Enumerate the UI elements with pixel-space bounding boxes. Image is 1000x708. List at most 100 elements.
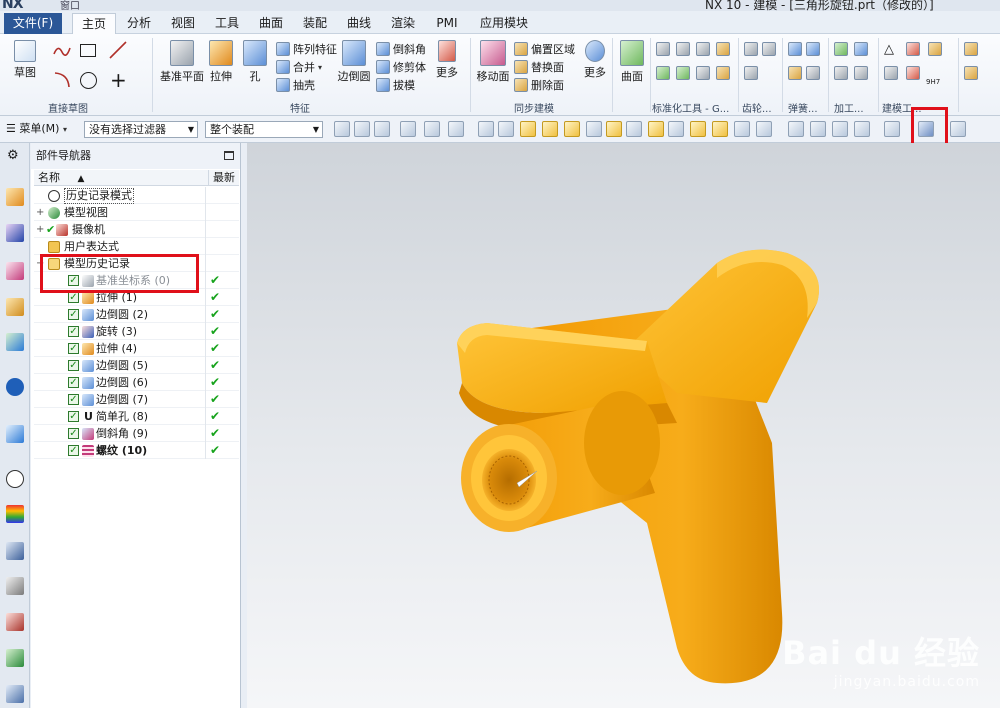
machining-navigator-icon[interactable] (6, 577, 24, 595)
tool-icon[interactable] (964, 66, 978, 80)
settings-icon[interactable]: ⚙ (7, 148, 19, 163)
machining-icon[interactable] (834, 42, 848, 56)
assembly-navigator-icon[interactable] (6, 188, 24, 206)
tree-row-user-expressions[interactable]: 用户表达式 (34, 238, 239, 255)
chevron-down-icon[interactable]: ▾ (318, 63, 322, 72)
snap-icon[interactable] (756, 121, 772, 137)
tool-icon[interactable] (696, 42, 710, 56)
shell-button[interactable]: 抽壳 (276, 76, 315, 94)
library-icon[interactable] (6, 333, 24, 351)
menu-button[interactable]: ☰ 菜单(M) ▾ (6, 121, 72, 138)
graphics-window[interactable]: Bai du 经验 jingyan.baidu.com (247, 143, 1000, 708)
checkbox[interactable]: ✓ (68, 377, 79, 388)
roles-icon[interactable] (6, 613, 24, 631)
history-icon[interactable] (6, 470, 24, 488)
tree-row-edge-blend-5[interactable]: ✓ 边倒圆 (5) ✔ (34, 357, 239, 374)
tool-icon[interactable] (676, 66, 690, 80)
document-icon[interactable] (6, 685, 24, 703)
tab-assembly[interactable]: 装配 (298, 13, 332, 34)
type-filter-select[interactable]: 没有选择过滤器 ▼ (84, 121, 198, 138)
tree-row-cameras[interactable]: + ✔ 摄像机 (34, 221, 239, 238)
toolbar-icon[interactable] (448, 121, 464, 137)
process-studio-icon[interactable] (6, 542, 24, 560)
edge-blend-button[interactable]: 边倒圆 (336, 40, 372, 84)
snap-icon[interactable] (626, 121, 642, 137)
datum-plane-button[interactable]: 基准平面 (160, 40, 204, 84)
machining-icon[interactable] (834, 66, 848, 80)
point-icon[interactable]: + (110, 70, 127, 90)
snap-icon[interactable] (734, 121, 750, 137)
tool-icon[interactable] (656, 42, 670, 56)
quick-access-window[interactable]: 窗口 (60, 0, 80, 11)
checkbox[interactable]: ✓ (68, 292, 79, 303)
checkbox[interactable]: ✓ (68, 326, 79, 337)
tree-row-revolve-3[interactable]: ✓ 旋转 (3) ✔ (34, 323, 239, 340)
pattern-feature-button[interactable]: 阵列特征 (276, 40, 337, 58)
modeling-tool-icon[interactable] (884, 66, 898, 80)
toolbar-icon[interactable] (498, 121, 514, 137)
info-icon[interactable] (6, 378, 24, 396)
tree-row-chamfer-9[interactable]: ✓ 倒斜角 (9) ✔ (34, 425, 239, 442)
more-sync-button[interactable]: 更多 (580, 40, 610, 80)
tab-file[interactable]: 文件(F) (4, 13, 62, 34)
view-icon[interactable] (950, 121, 966, 137)
hole-button[interactable]: 孔 (242, 40, 268, 84)
tree-row-edge-blend-7[interactable]: ✓ 边倒圆 (7) ✔ (34, 391, 239, 408)
checkbox[interactable]: ✓ (68, 428, 79, 439)
tab-analysis[interactable]: 分析 (122, 13, 156, 34)
tab-home[interactable]: 主页 (72, 13, 116, 34)
gear-icon[interactable] (744, 66, 758, 80)
extrude-button[interactable]: 拉伸 (206, 40, 236, 84)
expand-icon[interactable]: + (36, 221, 44, 238)
snap-icon[interactable] (690, 121, 706, 137)
snap-icon[interactable] (586, 121, 602, 137)
tree-row-edge-blend-6[interactable]: ✓ 边倒圆 (6) ✔ (34, 374, 239, 391)
reuse-library-icon[interactable] (6, 298, 24, 316)
arc-icon[interactable] (52, 70, 72, 90)
snap-icon[interactable] (606, 121, 622, 137)
modeling-tool-icon[interactable] (906, 66, 920, 80)
snap-icon[interactable] (564, 121, 580, 137)
delete-face-button[interactable]: 删除面 (514, 76, 564, 94)
circle-icon[interactable] (80, 72, 97, 89)
gear-icon[interactable] (762, 42, 776, 56)
machining-icon[interactable] (854, 42, 868, 56)
tree-row-model-views[interactable]: + 模型视图 (34, 204, 239, 221)
view-icon[interactable] (788, 121, 804, 137)
checkbox[interactable]: ✓ (68, 343, 79, 354)
spring-icon[interactable] (806, 66, 820, 80)
name-column-header[interactable]: 名称 ▲ (38, 170, 84, 187)
tab-applications[interactable]: 应用模块 (474, 13, 534, 34)
snap-icon[interactable] (712, 121, 728, 137)
tool-icon[interactable] (656, 66, 670, 80)
part-navigator-icon[interactable] (6, 262, 24, 280)
scope-select[interactable]: 整个装配 ▼ (205, 121, 323, 138)
tree-row-thread-10[interactable]: ✓ 螺纹 (10) ✔ (34, 442, 239, 459)
tab-render[interactable]: 渲染 (386, 13, 420, 34)
spring-icon[interactable] (806, 42, 820, 56)
move-face-button[interactable]: 移动面 (476, 40, 510, 84)
checkbox[interactable]: ✓ (68, 309, 79, 320)
rotate-icon[interactable] (832, 121, 848, 137)
spring-icon[interactable] (788, 42, 802, 56)
draft-button[interactable]: 拔模 (376, 76, 415, 94)
view-icon[interactable] (854, 121, 870, 137)
toolbar-icon[interactable] (400, 121, 416, 137)
rectangle-icon[interactable] (80, 44, 96, 57)
tool-icon[interactable] (716, 42, 730, 56)
tab-curve[interactable]: 曲线 (342, 13, 376, 34)
toolbar-icon[interactable] (424, 121, 440, 137)
snap-icon[interactable] (648, 121, 664, 137)
tool-icon[interactable] (716, 66, 730, 80)
replace-face-button[interactable]: 替换面 (514, 58, 564, 76)
triangle-icon[interactable]: △ (884, 42, 894, 57)
gear-icon[interactable] (744, 42, 758, 56)
constraint-navigator-icon[interactable] (6, 224, 24, 242)
toolbar-icon[interactable] (478, 121, 494, 137)
modeling-tool-icon[interactable] (906, 42, 920, 56)
tool-icon[interactable] (964, 42, 978, 56)
snap-icon[interactable] (520, 121, 536, 137)
sketch-button[interactable]: 草图 (8, 40, 42, 80)
checkbox[interactable]: ✓ (68, 394, 79, 405)
tool-icon[interactable] (696, 66, 710, 80)
